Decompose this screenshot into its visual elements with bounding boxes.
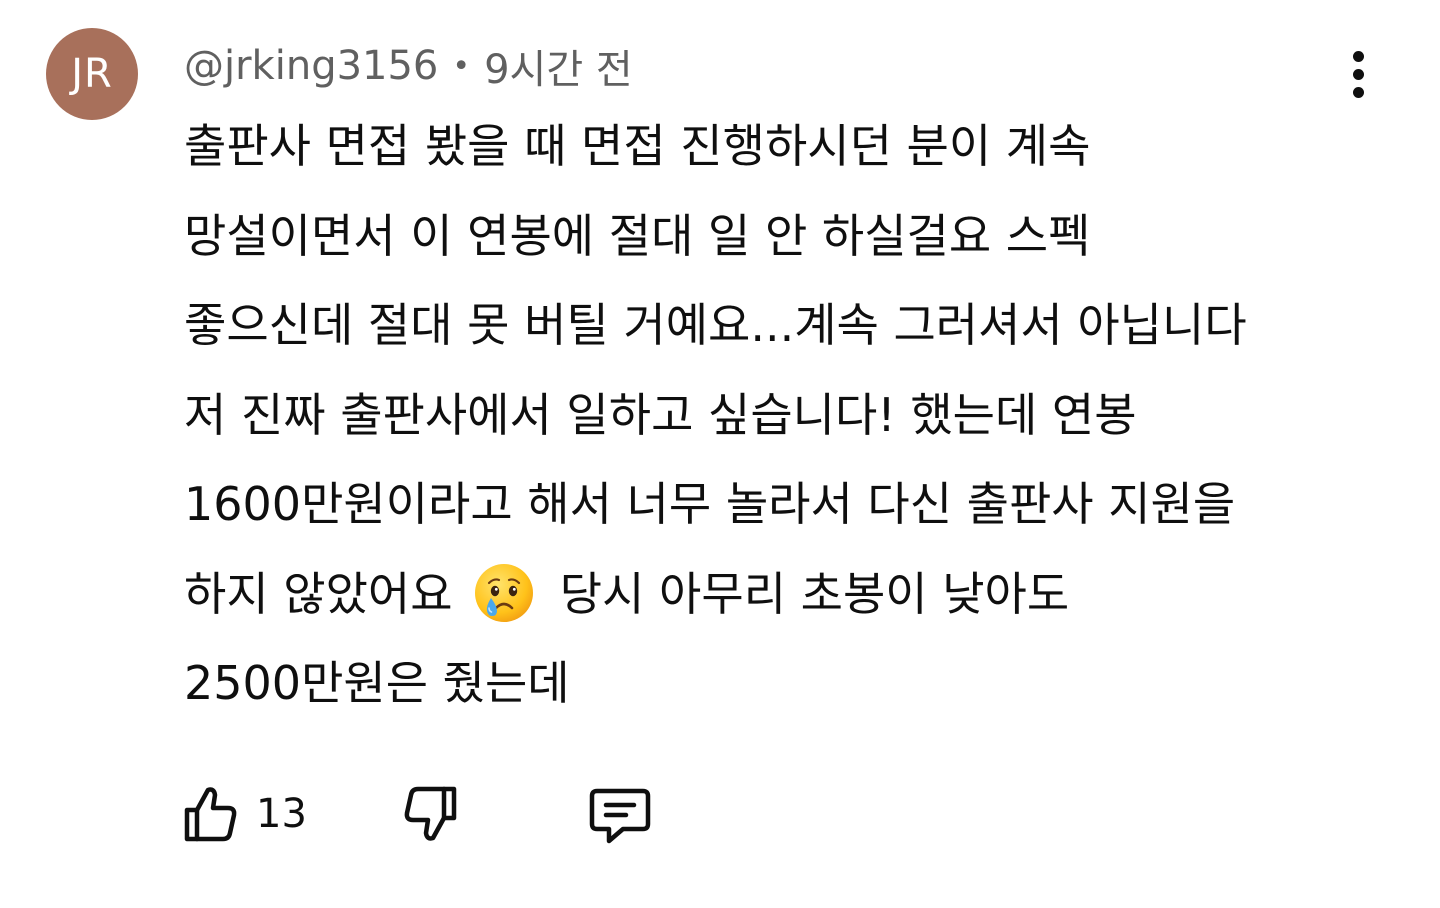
comment-actions: 13	[180, 778, 653, 850]
author-handle[interactable]: @jrking3156	[184, 43, 438, 89]
thumbs-down-icon	[399, 783, 461, 845]
more-vert-icon-dot	[1352, 68, 1364, 80]
comment-line: 망설이면서 이 연봉에 절대 일 안 하실걸요 스펙	[184, 208, 1091, 263]
comment-line-segment: 하지 않았어요	[184, 566, 453, 621]
thumbs-up-icon	[180, 783, 242, 845]
reply-comment-icon	[587, 783, 653, 845]
comment-line-with-emoji: 하지 않았어요 당시 아무리 초봉이 낮아도	[184, 550, 1404, 640]
avatar-initials: JR	[71, 51, 113, 97]
more-vert-icon	[1352, 50, 1364, 62]
comment-line-segment: 당시 아무리 초봉이 낮아도	[559, 566, 1070, 621]
crying-face-icon	[473, 562, 535, 624]
like-button[interactable]: 13	[180, 783, 307, 845]
dislike-button[interactable]	[399, 783, 461, 845]
comment-line: 출판사 면접 봤을 때 면접 진행하시던 분이 계속	[184, 119, 1091, 173]
reply-button[interactable]	[587, 783, 653, 845]
more-options-button[interactable]	[1334, 46, 1382, 102]
like-count: 13	[256, 791, 307, 837]
comment-body: 출판사 면접 봤을 때 면접 진행하시던 분이 계속 망설이면서 이 연봉에 절…	[184, 102, 1404, 729]
comment-header: @jrking3156 • 9시간 전	[184, 38, 633, 94]
comment-line: 2500만원은 줬는데	[184, 656, 570, 710]
comment-timestamp[interactable]: 9시간 전	[484, 37, 633, 95]
comment-line: 좋으신데 절대 못 버틸 거예요...계속 그러셔서 아닙니다	[184, 298, 1247, 352]
avatar[interactable]: JR	[46, 28, 138, 120]
comment-line: 1600만원이라고 해서 너무 놀라서 다신 출판사 지원을	[184, 477, 1236, 531]
meta-separator: •	[452, 48, 471, 84]
comment-line: 저 진짜 출판사에서 일하고 싶습니다! 했는데 연봉	[184, 387, 1137, 442]
comment-item: JR @jrking3156 • 9시간 전 출판사 면접 봤을 때 면접 진행…	[0, 0, 1440, 908]
more-vert-icon-dot	[1352, 86, 1364, 98]
